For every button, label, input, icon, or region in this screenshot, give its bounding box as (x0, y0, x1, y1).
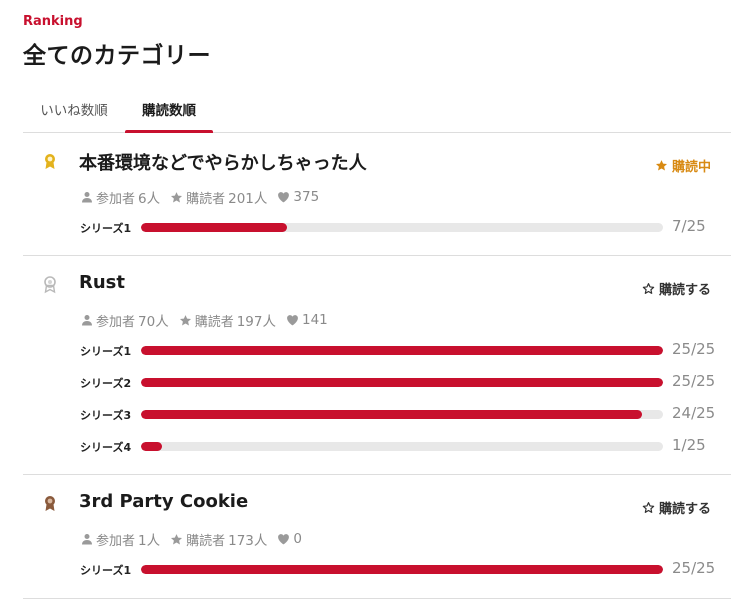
likes-stat: 0 (277, 531, 302, 547)
progress-track (141, 565, 663, 574)
likes-stat: 141 (286, 312, 328, 328)
subscribe-button[interactable]: 購読する (642, 278, 711, 298)
entry-title[interactable]: 本番環境などでやらかしちゃった人 (79, 149, 367, 175)
participants-count: 1人 (138, 533, 161, 549)
ranking-entry: Rust 購読する 参加者 70人 購読者 197人 141 シリーズ1 25/… (23, 256, 731, 475)
series-progress: シリーズ1 25/25 (80, 340, 716, 360)
series-label: シリーズ2 (80, 377, 132, 390)
ranking-entry: 3rd Party Cookie 購読する 参加者 1人 購読者 173人 0 … (23, 475, 731, 599)
subscribe-label: 購読する (658, 501, 711, 517)
series-progress: シリーズ2 25/25 (80, 372, 716, 392)
subscribers-label: 購読者 (194, 314, 234, 330)
participants-label: 参加者 (96, 191, 136, 207)
series-label: シリーズ1 (80, 345, 132, 358)
progress-track (141, 442, 663, 451)
person-icon (82, 534, 92, 545)
heart-icon (278, 534, 290, 545)
section-eyebrow: Ranking (23, 14, 83, 29)
entry-title[interactable]: Rust (79, 272, 125, 293)
tab-subscribers-order[interactable]: 購読数順 (125, 96, 213, 133)
subscribers-label: 購読者 (186, 191, 226, 207)
silver-medal-icon (44, 276, 56, 294)
entry-title[interactable]: 3rd Party Cookie (79, 491, 248, 512)
subscribers-count: 197人 (236, 314, 276, 330)
series-label: シリーズ1 (80, 564, 132, 577)
person-icon (82, 192, 92, 203)
progress-fill (141, 442, 162, 451)
gold-medal-icon (45, 154, 55, 169)
progress-track (141, 410, 663, 419)
entry-stats: 参加者 6人 購読者 201人 375 (81, 187, 329, 207)
likes-stat: 375 (277, 189, 319, 205)
heart-icon (287, 315, 298, 326)
entry-stats: 参加者 70人 購読者 197人 141 (81, 310, 338, 330)
series-count: 24/25 (672, 404, 716, 422)
series-progress: シリーズ1 25/25 (80, 559, 716, 579)
series-label: シリーズ3 (80, 409, 132, 422)
series-label: シリーズ4 (80, 441, 132, 454)
subscribe-label: 購読する (658, 282, 711, 298)
star-icon (171, 191, 183, 202)
participants-label: 参加者 (96, 314, 136, 330)
sort-tabs: いいね数順 購読数順 (23, 96, 731, 133)
progress-track (141, 223, 663, 232)
participants-stat: 参加者 6人 (81, 187, 160, 207)
progress-fill (141, 378, 663, 387)
star-icon (171, 533, 183, 544)
star-filled-icon (655, 159, 668, 170)
progress-fill (141, 223, 288, 232)
series-progress: シリーズ1 7/25 (80, 217, 716, 237)
ranking-page: Ranking 全てのカテゴリー いいね数順 購読数順 本番環境などでやらかしち… (0, 0, 755, 613)
ranking-entry: 本番環境などでやらかしちゃった人 購読中 参加者 6人 購読者 201人 375… (23, 133, 731, 256)
subscribers-stat: 購読者 201人 (170, 187, 267, 207)
series-count: 1/25 (672, 436, 706, 454)
series-progress: シリーズ3 24/25 (80, 404, 716, 424)
series-count: 25/25 (672, 372, 716, 390)
progress-fill (141, 346, 663, 355)
subscribers-label: 購読者 (186, 533, 226, 549)
participants-count: 70人 (138, 314, 169, 330)
participants-count: 6人 (138, 191, 161, 207)
star-icon (179, 314, 191, 325)
progress-track (141, 346, 663, 355)
likes-count: 0 (293, 531, 302, 547)
participants-stat: 参加者 70人 (81, 310, 169, 330)
subscribe-label: 購読中 (671, 159, 711, 175)
series-count: 25/25 (672, 340, 716, 358)
participants-label: 参加者 (96, 533, 136, 549)
page-title: 全てのカテゴリー (23, 43, 211, 69)
participants-stat: 参加者 1人 (81, 529, 160, 549)
subscribers-stat: 購読者 197人 (179, 310, 276, 330)
subscribers-stat: 購読者 173人 (170, 529, 267, 549)
likes-count: 375 (293, 189, 320, 205)
progress-fill (141, 565, 663, 574)
progress-track (141, 378, 663, 387)
person-icon (82, 315, 92, 326)
series-progress: シリーズ4 1/25 (80, 436, 716, 456)
subscribers-count: 201人 (228, 191, 268, 207)
entry-stats: 参加者 1人 購読者 173人 0 (81, 529, 312, 549)
subscribed-button[interactable]: 購読中 (655, 155, 711, 175)
series-label: シリーズ1 (80, 222, 132, 235)
star-outline-icon (642, 282, 655, 294)
subscribers-count: 173人 (228, 533, 268, 549)
tab-likes-order[interactable]: いいね数順 (23, 96, 125, 132)
likes-count: 141 (302, 312, 328, 328)
heart-icon (278, 192, 290, 203)
bronze-medal-icon (45, 496, 55, 511)
progress-fill (141, 410, 643, 419)
series-count: 7/25 (672, 217, 706, 235)
star-outline-icon (642, 501, 655, 513)
series-count: 25/25 (672, 559, 716, 577)
subscribe-button[interactable]: 購読する (642, 497, 711, 517)
